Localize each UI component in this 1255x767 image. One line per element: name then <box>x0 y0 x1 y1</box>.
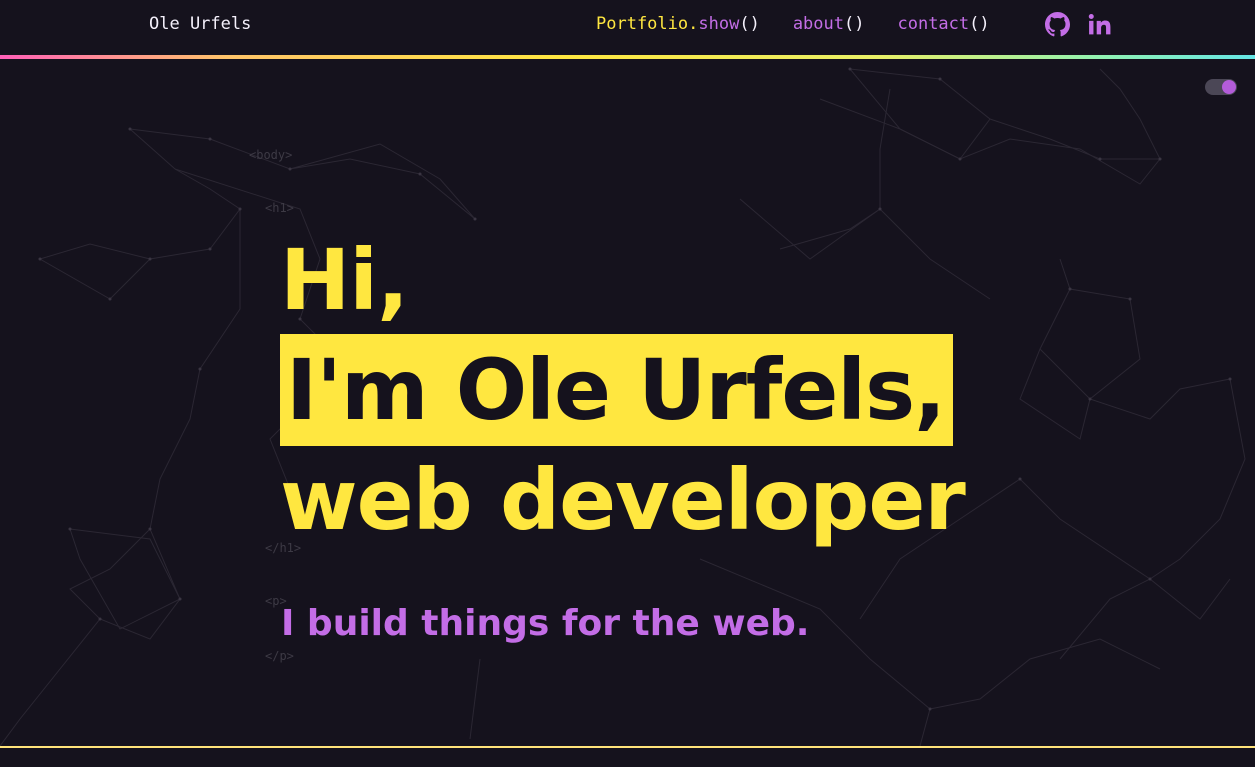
nav-contact-parens: () <box>969 14 990 34</box>
linkedin-icon[interactable] <box>1087 12 1112 37</box>
main-nav: Portfolio.show() about() contact() <box>596 14 1023 34</box>
nav-contact-method: contact <box>897 14 970 34</box>
site-header: Ole Urfels Portfolio.show() about() cont… <box>0 0 1255 55</box>
nav-portfolio-object: Portfolio <box>596 14 689 34</box>
hero-greeting: Hi, <box>280 231 409 329</box>
hero-subtitle: I build things for the web. <box>281 603 810 644</box>
code-tag-h1-open: <h1> <box>265 201 294 215</box>
nav-contact-link[interactable]: contact() <box>897 14 989 34</box>
nav-about-parens: () <box>844 14 865 34</box>
nav-portfolio-dot: . <box>688 14 699 34</box>
code-tag-body-open: <body> <box>249 148 293 162</box>
hero-name-highlight: I'm Ole Urfels, <box>280 334 954 446</box>
site-brand[interactable]: Ole Urfels <box>149 14 251 34</box>
nav-portfolio-parens: () <box>739 14 760 34</box>
nav-portfolio-method: show <box>698 14 740 34</box>
social-links <box>1045 12 1112 37</box>
theme-toggle-knob <box>1222 80 1236 94</box>
nav-portfolio-link[interactable]: Portfolio.show() <box>596 14 760 34</box>
code-tag-p-close: </p> <box>265 649 294 663</box>
hero-headline: Hi, I'm Ole Urfels, web developer <box>280 226 966 554</box>
nav-about-method: about <box>792 14 844 34</box>
theme-toggle[interactable] <box>1205 79 1237 95</box>
nav-about-link[interactable]: about() <box>793 14 865 34</box>
bottom-divider <box>0 746 1255 748</box>
hero-role: web developer <box>280 451 966 549</box>
github-icon[interactable] <box>1045 12 1070 37</box>
